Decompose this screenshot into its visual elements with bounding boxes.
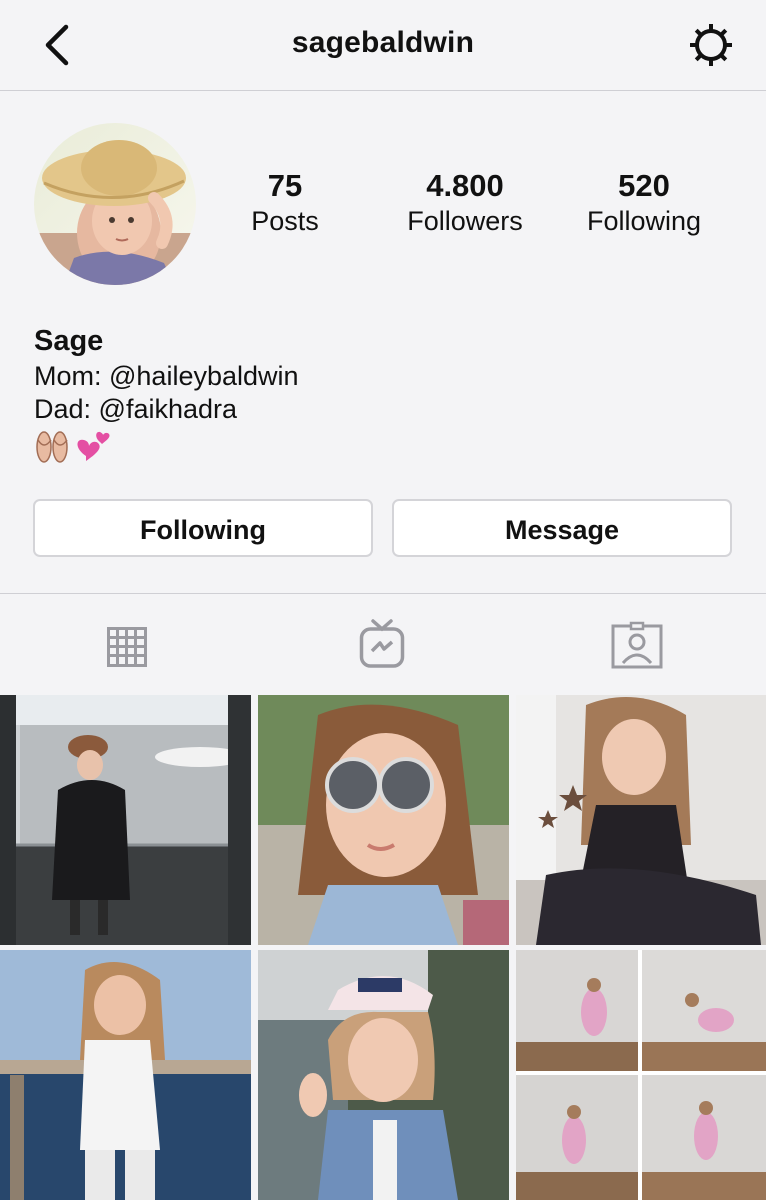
followers-count-value: 4.800	[426, 168, 504, 203]
message-button[interactable]: Message	[392, 499, 732, 557]
profile-tabs	[0, 593, 766, 694]
posts-count-value: 75	[267, 168, 303, 203]
photo-post-sunglasses[interactable]	[258, 695, 509, 945]
followers-count[interactable]: 4.800 Followers	[385, 168, 545, 238]
following-button[interactable]: Following	[33, 499, 373, 557]
gear-icon	[690, 24, 732, 66]
photo-post-dance-collage[interactable]	[516, 950, 766, 1200]
profile-avatar[interactable]	[34, 123, 196, 285]
ballet-shoes-and-hearts-icon	[36, 431, 110, 463]
bio-line-dad[interactable]: Dad: @faikhadra	[34, 393, 299, 426]
tab-igtv[interactable]	[359, 619, 405, 674]
photo-grid	[0, 695, 766, 1200]
bio-emoji	[34, 426, 299, 477]
igtv-icon	[359, 619, 405, 668]
navigation-bar: sagebaldwin	[0, 0, 766, 91]
posts-count-label: Posts	[251, 206, 319, 236]
posts-count[interactable]: 75 Posts	[205, 168, 365, 238]
tab-tagged[interactable]	[611, 621, 663, 674]
photo-post-seaside[interactable]	[0, 950, 251, 1200]
tagged-photos-icon	[611, 621, 663, 669]
grid-icon	[107, 627, 147, 667]
following-count-value: 520	[618, 168, 670, 203]
following-count-label: Following	[586, 206, 702, 236]
following-count[interactable]: 520 Following	[564, 168, 724, 238]
photo-post-cap[interactable]	[258, 950, 509, 1200]
profile-bio: Sage Mom: @haileybaldwin Dad: @faikhadra	[34, 322, 299, 477]
settings-button[interactable]	[688, 22, 734, 68]
tab-grid[interactable]	[107, 627, 147, 672]
profile-username-title: sagebaldwin	[291, 26, 475, 59]
bio-line-mom[interactable]: Mom: @haileybaldwin	[34, 360, 299, 393]
followers-count-label: Followers	[407, 206, 523, 236]
profile-name: Sage	[34, 325, 104, 357]
photo-post-black-dress[interactable]	[516, 695, 766, 945]
avatar-photo	[34, 123, 196, 285]
photo-post-airport[interactable]	[0, 695, 251, 945]
